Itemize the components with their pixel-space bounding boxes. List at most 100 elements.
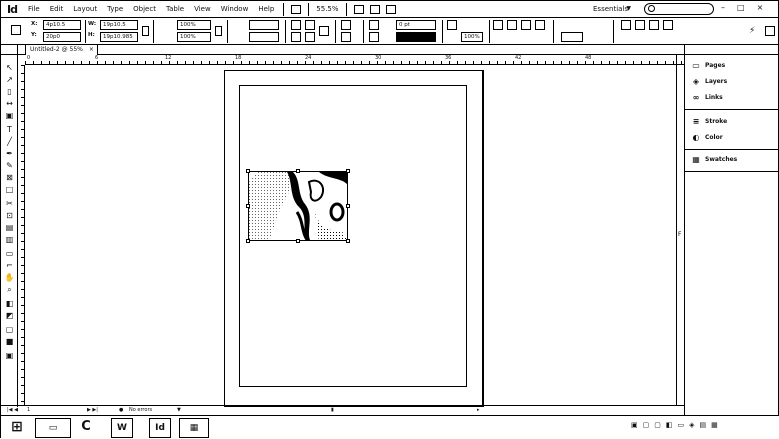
wrap-object-icon[interactable]: [649, 20, 659, 30]
pencil-tool-icon[interactable]: ✎: [4, 161, 15, 171]
screen-mode-normal-icon[interactable]: ▣: [4, 351, 15, 361]
zoom-tool-icon[interactable]: ⌕: [4, 285, 15, 295]
auto-fit-checkbox[interactable]: [561, 32, 583, 42]
vertical-ruler[interactable]: [18, 65, 25, 405]
gradient-feather-tool-icon[interactable]: ▥: [4, 235, 15, 245]
fill-icon[interactable]: [369, 20, 379, 30]
line-tool-icon[interactable]: ╱: [4, 137, 15, 147]
close-tab-icon[interactable]: ×: [89, 45, 94, 55]
workspace-switcher[interactable]: Essentials ▼: [583, 2, 635, 16]
scissors-tool-icon[interactable]: ✂: [4, 199, 15, 209]
page-number-field[interactable]: 1: [27, 407, 30, 413]
scale-y-field[interactable]: 100%: [177, 32, 211, 42]
preflight-status-text[interactable]: No errors: [129, 407, 152, 413]
note-tool-icon[interactable]: ▭: [4, 249, 15, 259]
rectangle-tool-icon[interactable]: □: [4, 185, 15, 195]
content-collector-icon[interactable]: ▣: [4, 111, 15, 121]
direct-selection-tool-icon[interactable]: ↗: [4, 75, 15, 85]
height-field[interactable]: 19p10.985: [100, 32, 138, 42]
stroke-weight-field[interactable]: 0 pt: [396, 20, 436, 30]
taskbar-app[interactable]: ▦: [179, 418, 209, 438]
menu-type[interactable]: Type: [102, 2, 128, 17]
panel-layers[interactable]: ◈ Layers: [691, 75, 727, 89]
stroke-swatch-icon[interactable]: [369, 32, 379, 42]
scrollbar-thumb[interactable]: F: [678, 231, 681, 238]
type-tool-icon[interactable]: T: [4, 125, 15, 135]
zoom-level[interactable]: 55.5%: [313, 5, 341, 13]
resize-handle[interactable]: [346, 204, 350, 208]
flip-vertical-icon[interactable]: [305, 32, 315, 42]
free-transform-tool-icon[interactable]: ⊡: [4, 211, 15, 221]
taskbar-indesign[interactable]: Id: [149, 418, 171, 438]
selection-tool-icon[interactable]: ↖: [4, 63, 15, 73]
panel-menu-icon[interactable]: [765, 26, 775, 36]
tray-icon[interactable]: ▭: [678, 421, 685, 429]
close-button[interactable]: ×: [757, 3, 764, 12]
page-tool-icon[interactable]: ▯: [4, 87, 15, 97]
y-position-field[interactable]: 20p0: [43, 32, 81, 42]
horizontal-ruler[interactable]: 0 6 12 18 24 30 36 42 48: [25, 55, 684, 65]
taskbar-file-explorer[interactable]: ▭: [35, 418, 71, 438]
preflight-status-icon[interactable]: ●: [119, 407, 123, 413]
menu-layout[interactable]: Layout: [68, 2, 102, 17]
placed-image-frame[interactable]: [248, 171, 348, 241]
tray-icon[interactable]: ▢: [643, 421, 650, 429]
opacity-field[interactable]: 100%: [461, 32, 483, 42]
default-colors-icon[interactable]: ◧: [4, 299, 15, 309]
maximize-button[interactable]: □: [737, 3, 745, 12]
view-options-icon[interactable]: [353, 4, 364, 14]
center-content-icon[interactable]: [535, 20, 545, 30]
scale-link-icon[interactable]: [215, 26, 222, 36]
constrain-proportions-icon[interactable]: [142, 26, 149, 36]
menu-window[interactable]: Window: [216, 2, 254, 17]
resize-handle[interactable]: [346, 169, 350, 173]
shear-field[interactable]: [249, 32, 279, 42]
resize-handle[interactable]: [246, 239, 250, 243]
taskbar-chrome[interactable]: C: [75, 418, 97, 438]
p-icon[interactable]: [319, 26, 329, 36]
lightning-icon[interactable]: ⚡: [749, 26, 759, 36]
chevron-down-icon[interactable]: ▼: [177, 407, 181, 413]
tray-icon[interactable]: ▤: [700, 421, 707, 429]
panel-pages[interactable]: ▭ Pages: [691, 59, 725, 73]
wrap-jump-icon[interactable]: [663, 20, 673, 30]
formatting-affects-container-icon[interactable]: ▢: [4, 325, 15, 335]
fit-frame-icon[interactable]: [521, 20, 531, 30]
help-search-input[interactable]: [644, 3, 714, 15]
pasteboard[interactable]: [25, 65, 684, 407]
screen-mode-icon[interactable]: [369, 4, 380, 14]
rotation-field[interactable]: [249, 20, 279, 30]
minimize-button[interactable]: –: [721, 3, 725, 12]
rectangle-frame-tool-icon[interactable]: ⊠: [4, 173, 15, 183]
text-wrap-icon[interactable]: [621, 20, 631, 30]
reference-point-icon[interactable]: [11, 25, 21, 35]
bridge-icon[interactable]: [291, 4, 302, 14]
wrap-around-icon[interactable]: [635, 20, 645, 30]
panel-color[interactable]: ◐ Color: [691, 131, 723, 145]
gradient-swatch-tool-icon[interactable]: ▤: [4, 223, 15, 233]
panel-swatches[interactable]: ▦ Swatches: [691, 153, 737, 167]
resize-handle[interactable]: [246, 204, 250, 208]
rotate-cw-icon[interactable]: [291, 20, 301, 30]
select-content-icon[interactable]: [341, 32, 351, 42]
scale-x-field[interactable]: 100%: [177, 20, 211, 30]
dock-header[interactable]: [685, 45, 779, 55]
menu-edit[interactable]: Edit: [45, 2, 69, 17]
resize-handle[interactable]: [296, 239, 300, 243]
pen-tool-icon[interactable]: ✒: [4, 149, 15, 159]
taskbar-word[interactable]: W: [111, 418, 133, 438]
document-tab[interactable]: Untitled-2 @ 55% ×: [25, 45, 98, 55]
fill-stroke-swatch-icon[interactable]: ◩: [4, 311, 15, 321]
gap-tool-icon[interactable]: ↔: [4, 99, 15, 109]
flip-horizontal-icon[interactable]: [291, 32, 301, 42]
tray-icon[interactable]: ▢: [654, 421, 661, 429]
menu-help[interactable]: Help: [253, 2, 279, 17]
start-button[interactable]: ⊞: [3, 418, 31, 438]
panel-links[interactable]: ∞ Links: [691, 91, 723, 105]
menu-object[interactable]: Object: [128, 2, 161, 17]
rotate-ccw-icon[interactable]: [305, 20, 315, 30]
resize-handle[interactable]: [346, 239, 350, 243]
effects-icon[interactable]: [447, 20, 457, 30]
fit-content-icon[interactable]: [507, 20, 517, 30]
tray-icon[interactable]: ◧: [666, 421, 673, 429]
